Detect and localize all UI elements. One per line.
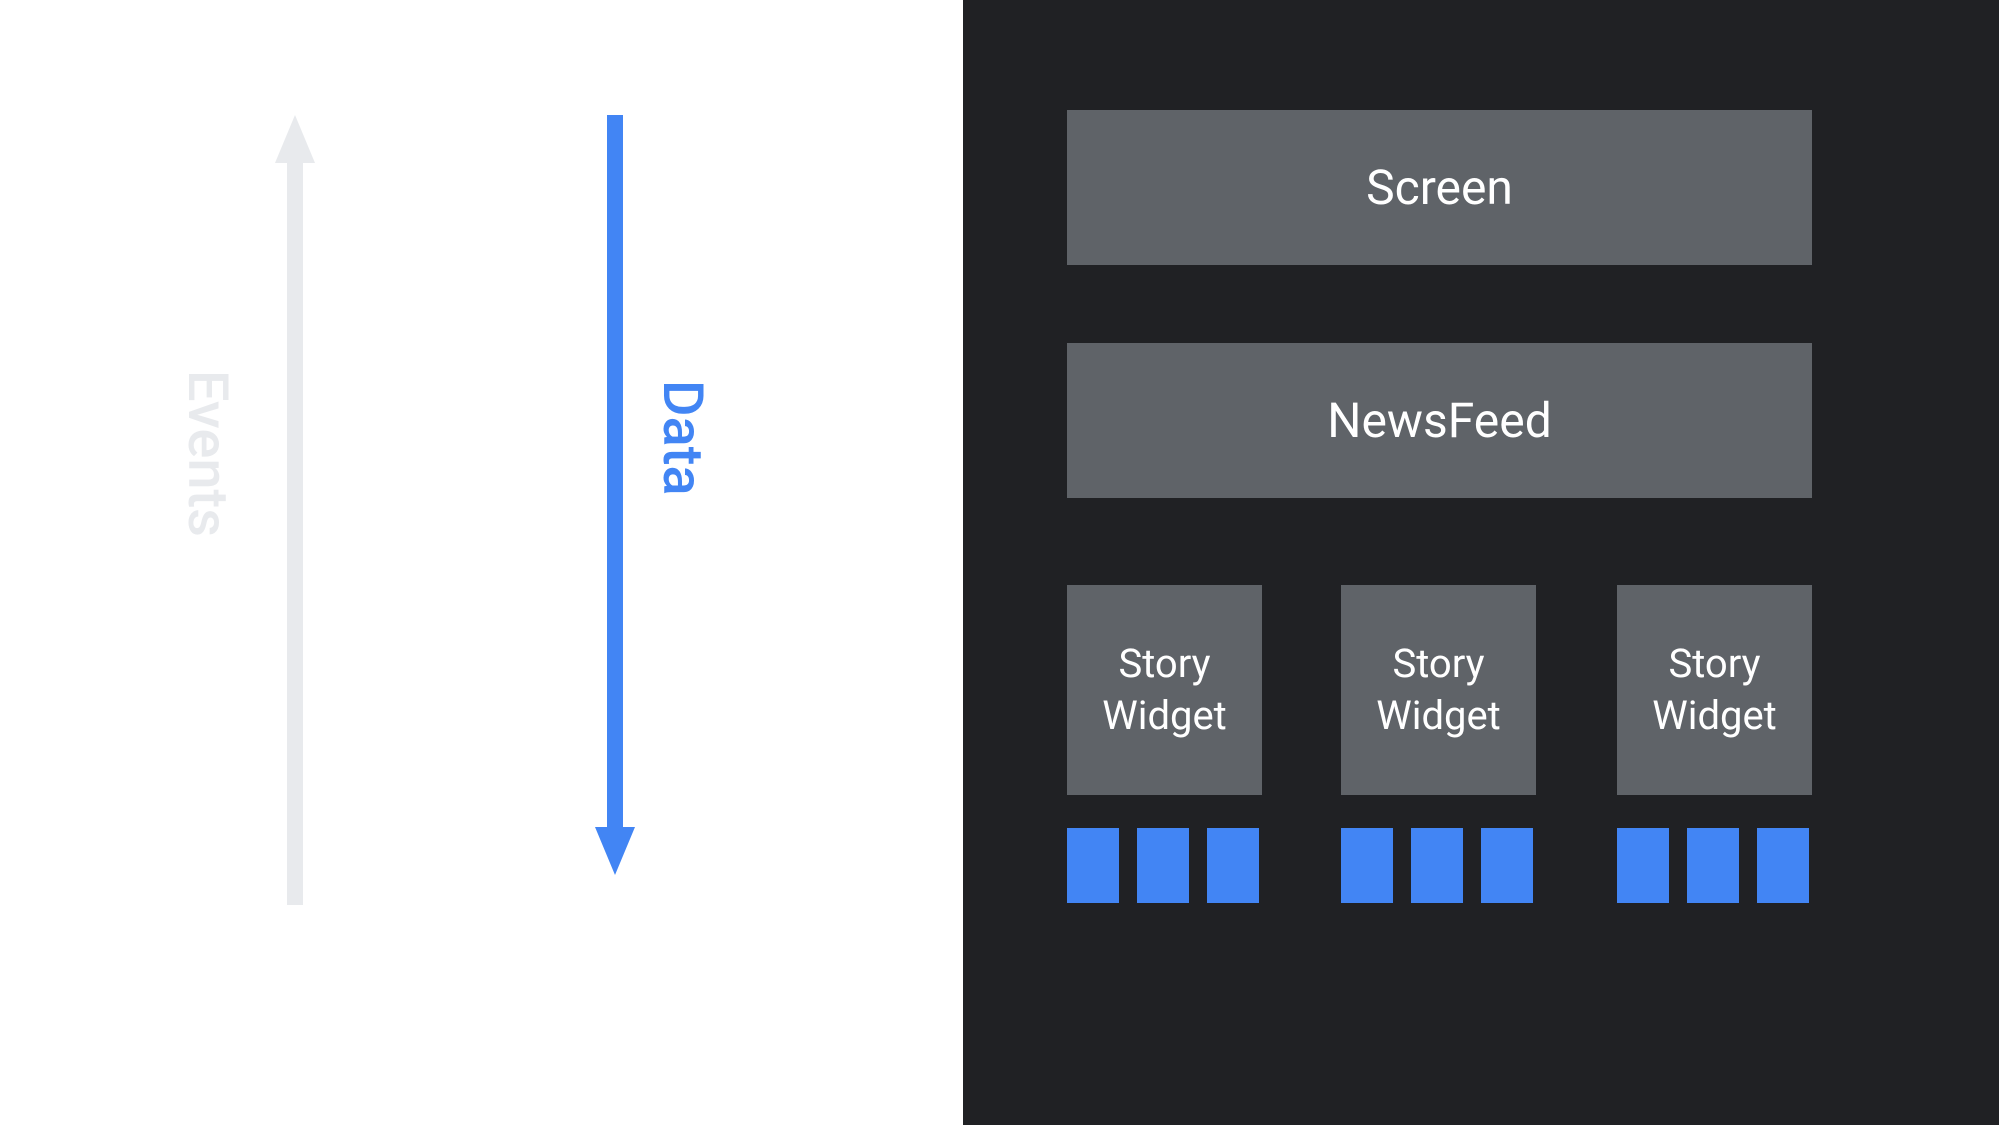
events-arrow-container: Events <box>275 115 315 905</box>
blue-rect-group <box>1617 828 1809 903</box>
blue-rect <box>1067 828 1119 903</box>
data-arrow-label: Data <box>650 380 716 496</box>
data-arrow-container: Data <box>595 115 635 875</box>
blue-rect <box>1341 828 1393 903</box>
screen-box-label: Screen <box>1366 159 1513 216</box>
newsfeed-box: NewsFeed <box>1067 343 1812 498</box>
story-widget-label: StoryWidget <box>1366 638 1511 742</box>
blue-rect <box>1411 828 1463 903</box>
blue-rect <box>1617 828 1669 903</box>
blue-rect <box>1207 828 1259 903</box>
left-panel: Events Data <box>0 0 963 1125</box>
story-widget-box: StoryWidget <box>1341 585 1536 795</box>
blue-rect <box>1137 828 1189 903</box>
story-widget-box: StoryWidget <box>1617 585 1812 795</box>
newsfeed-box-label: NewsFeed <box>1327 392 1552 449</box>
blue-rect-group <box>1067 828 1259 903</box>
blue-rect-group <box>1341 828 1533 903</box>
events-arrow-label: Events <box>175 370 241 537</box>
story-widget-label: StoryWidget <box>1642 638 1787 742</box>
story-widget-box: StoryWidget <box>1067 585 1262 795</box>
arrow-down-icon <box>595 115 635 875</box>
story-widget-label: StoryWidget <box>1092 638 1237 742</box>
screen-box: Screen <box>1067 110 1812 265</box>
blue-rect <box>1757 828 1809 903</box>
arrow-up-icon <box>275 115 315 905</box>
right-panel: Screen NewsFeed StoryWidget StoryWidget … <box>963 0 1999 1125</box>
blue-rect <box>1687 828 1739 903</box>
blue-rect <box>1481 828 1533 903</box>
